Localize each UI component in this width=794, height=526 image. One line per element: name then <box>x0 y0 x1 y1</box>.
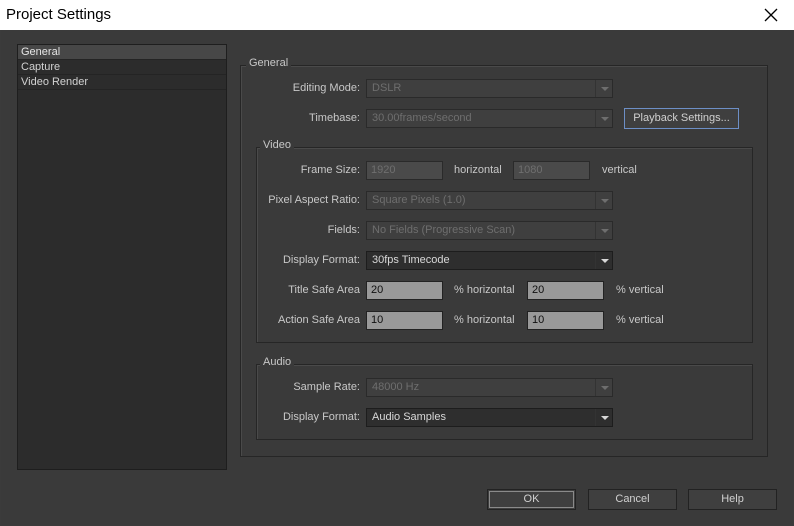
window-title: Project Settings <box>6 6 112 23</box>
title-bar: Project Settings <box>0 0 794 30</box>
action-safe-horizontal-field[interactable]: 10 <box>366 311 443 330</box>
audio-group <box>256 364 753 440</box>
title-safe-label: Title Safe Area <box>288 284 360 296</box>
video-group-label: Video <box>260 139 294 151</box>
frame-width-field[interactable]: 1920 <box>366 161 443 180</box>
pixel-aspect-label: Pixel Aspect Ratio: <box>268 194 360 206</box>
ok-button[interactable]: OK <box>487 489 576 510</box>
display-format-label: Display Format: <box>282 254 360 266</box>
audio-display-format-dropdown[interactable]: Audio Samples <box>366 408 613 427</box>
action-safe-label: Action Safe Area <box>278 314 360 326</box>
frame-width-unit: horizontal <box>454 164 502 176</box>
cancel-button[interactable]: Cancel <box>588 489 677 510</box>
close-icon <box>764 8 778 22</box>
playback-settings-button[interactable]: Playback Settings... <box>624 108 739 129</box>
action-safe-vertical-unit: % vertical <box>616 314 664 326</box>
frame-height-field[interactable]: 1080 <box>513 161 590 180</box>
pixel-aspect-value: Square Pixels (1.0) <box>372 194 466 206</box>
title-safe-vertical-unit: % vertical <box>616 284 664 296</box>
editing-mode-dropdown[interactable]: DSLR <box>366 79 613 98</box>
fields-dropdown[interactable]: No Fields (Progressive Scan) <box>366 221 613 240</box>
dialog-client: General Capture Video Render General Edi… <box>1 30 793 525</box>
chevron-down-icon <box>595 110 612 127</box>
action-safe-vertical-field[interactable]: 10 <box>527 311 604 330</box>
general-group-label: General <box>246 57 292 69</box>
display-format-dropdown[interactable]: 30fps Timecode <box>366 251 613 270</box>
chevron-down-icon <box>595 80 612 97</box>
chevron-down-icon <box>595 222 612 239</box>
display-format-value: 30fps Timecode <box>372 254 450 266</box>
audio-display-format-value: Audio Samples <box>372 411 446 423</box>
editing-mode-value: DSLR <box>372 82 402 94</box>
chevron-down-icon <box>595 192 612 209</box>
chevron-down-icon <box>595 252 612 269</box>
chevron-down-icon <box>595 409 612 426</box>
help-button[interactable]: Help <box>688 489 777 510</box>
audio-display-format-label: Display Format: <box>282 411 360 423</box>
title-safe-vertical-field[interactable]: 20 <box>527 281 604 300</box>
timebase-value: 30.00frames/second <box>372 112 472 124</box>
sample-rate-label: Sample Rate: <box>293 381 360 393</box>
title-safe-horizontal-field[interactable]: 20 <box>366 281 443 300</box>
frame-height-unit: vertical <box>602 164 637 176</box>
frame-size-label: Frame Size: <box>300 164 360 176</box>
sample-rate-dropdown[interactable]: 48000 Hz <box>366 378 613 397</box>
fields-label: Fields: <box>327 224 360 236</box>
chevron-down-icon <box>595 379 612 396</box>
timebase-label: Timebase: <box>309 112 360 124</box>
fields-value: No Fields (Progressive Scan) <box>372 224 516 236</box>
close-button[interactable] <box>748 0 794 30</box>
sample-rate-value: 48000 Hz <box>372 381 420 393</box>
pixel-aspect-dropdown[interactable]: Square Pixels (1.0) <box>366 191 613 210</box>
sidebar-item-video-render[interactable]: Video Render <box>18 75 226 90</box>
editing-mode-label: Editing Mode: <box>292 82 360 94</box>
timebase-dropdown[interactable]: 30.00frames/second <box>366 109 613 128</box>
title-safe-horizontal-unit: % horizontal <box>454 284 515 296</box>
action-safe-horizontal-unit: % horizontal <box>454 314 515 326</box>
category-list: General Capture Video Render <box>17 44 227 470</box>
sidebar-item-capture[interactable]: Capture <box>18 60 226 75</box>
audio-group-label: Audio <box>260 356 295 368</box>
sidebar-item-general[interactable]: General <box>18 45 226 60</box>
